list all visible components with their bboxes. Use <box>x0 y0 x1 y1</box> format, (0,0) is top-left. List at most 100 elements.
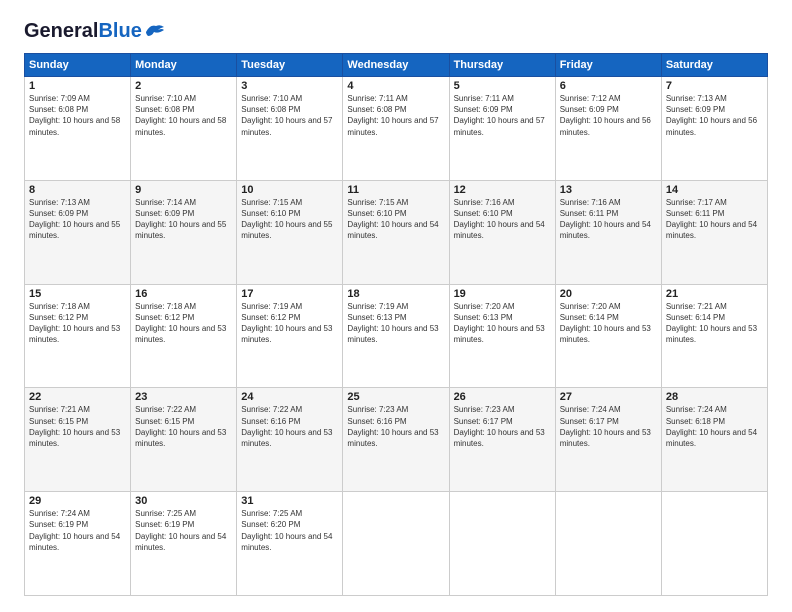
cell-info: Sunrise: 7:24 AM Sunset: 6:19 PM Dayligh… <box>29 508 126 553</box>
dow-header-friday: Friday <box>555 54 661 77</box>
day-number: 10 <box>241 184 338 196</box>
cell-info: Sunrise: 7:21 AM Sunset: 6:14 PM Dayligh… <box>666 301 763 346</box>
calendar-cell <box>555 492 661 596</box>
calendar-cell: 9 Sunrise: 7:14 AM Sunset: 6:09 PM Dayli… <box>131 180 237 284</box>
day-number: 19 <box>454 288 551 300</box>
dow-header-saturday: Saturday <box>661 54 767 77</box>
day-number: 24 <box>241 391 338 403</box>
cell-info: Sunrise: 7:11 AM Sunset: 6:09 PM Dayligh… <box>454 93 551 138</box>
cell-info: Sunrise: 7:13 AM Sunset: 6:09 PM Dayligh… <box>29 197 126 242</box>
day-number: 7 <box>666 80 763 92</box>
cell-info: Sunrise: 7:16 AM Sunset: 6:11 PM Dayligh… <box>560 197 657 242</box>
calendar-cell: 30 Sunrise: 7:25 AM Sunset: 6:19 PM Dayl… <box>131 492 237 596</box>
calendar-cell: 6 Sunrise: 7:12 AM Sunset: 6:09 PM Dayli… <box>555 77 661 181</box>
cell-info: Sunrise: 7:23 AM Sunset: 6:17 PM Dayligh… <box>454 404 551 449</box>
calendar-cell: 24 Sunrise: 7:22 AM Sunset: 6:16 PM Dayl… <box>237 388 343 492</box>
dow-header-tuesday: Tuesday <box>237 54 343 77</box>
day-number: 31 <box>241 495 338 507</box>
calendar-cell: 18 Sunrise: 7:19 AM Sunset: 6:13 PM Dayl… <box>343 284 449 388</box>
cell-info: Sunrise: 7:25 AM Sunset: 6:19 PM Dayligh… <box>135 508 232 553</box>
header: GeneralBlue <box>24 20 768 43</box>
logo: GeneralBlue <box>24 20 166 43</box>
day-number: 15 <box>29 288 126 300</box>
day-number: 17 <box>241 288 338 300</box>
calendar-cell: 2 Sunrise: 7:10 AM Sunset: 6:08 PM Dayli… <box>131 77 237 181</box>
day-number: 9 <box>135 184 232 196</box>
calendar-cell <box>449 492 555 596</box>
cell-info: Sunrise: 7:19 AM Sunset: 6:12 PM Dayligh… <box>241 301 338 346</box>
day-number: 2 <box>135 80 232 92</box>
cell-info: Sunrise: 7:22 AM Sunset: 6:15 PM Dayligh… <box>135 404 232 449</box>
cell-info: Sunrise: 7:10 AM Sunset: 6:08 PM Dayligh… <box>241 93 338 138</box>
cell-info: Sunrise: 7:09 AM Sunset: 6:08 PM Dayligh… <box>29 93 126 138</box>
calendar-cell: 29 Sunrise: 7:24 AM Sunset: 6:19 PM Dayl… <box>25 492 131 596</box>
calendar-body: 1 Sunrise: 7:09 AM Sunset: 6:08 PM Dayli… <box>25 77 768 596</box>
week-row-5: 29 Sunrise: 7:24 AM Sunset: 6:19 PM Dayl… <box>25 492 768 596</box>
cell-info: Sunrise: 7:13 AM Sunset: 6:09 PM Dayligh… <box>666 93 763 138</box>
cell-info: Sunrise: 7:20 AM Sunset: 6:13 PM Dayligh… <box>454 301 551 346</box>
cell-info: Sunrise: 7:22 AM Sunset: 6:16 PM Dayligh… <box>241 404 338 449</box>
day-number: 25 <box>347 391 444 403</box>
day-number: 14 <box>666 184 763 196</box>
calendar-cell: 13 Sunrise: 7:16 AM Sunset: 6:11 PM Dayl… <box>555 180 661 284</box>
calendar-cell: 26 Sunrise: 7:23 AM Sunset: 6:17 PM Dayl… <box>449 388 555 492</box>
cell-info: Sunrise: 7:19 AM Sunset: 6:13 PM Dayligh… <box>347 301 444 346</box>
day-of-week-row: SundayMondayTuesdayWednesdayThursdayFrid… <box>25 54 768 77</box>
calendar-cell: 3 Sunrise: 7:10 AM Sunset: 6:08 PM Dayli… <box>237 77 343 181</box>
calendar-cell: 7 Sunrise: 7:13 AM Sunset: 6:09 PM Dayli… <box>661 77 767 181</box>
day-number: 28 <box>666 391 763 403</box>
calendar-cell <box>661 492 767 596</box>
day-number: 23 <box>135 391 232 403</box>
calendar-cell: 17 Sunrise: 7:19 AM Sunset: 6:12 PM Dayl… <box>237 284 343 388</box>
logo-blue-text: Blue <box>98 20 141 42</box>
day-number: 21 <box>666 288 763 300</box>
calendar-cell: 22 Sunrise: 7:21 AM Sunset: 6:15 PM Dayl… <box>25 388 131 492</box>
cell-info: Sunrise: 7:25 AM Sunset: 6:20 PM Dayligh… <box>241 508 338 553</box>
cell-info: Sunrise: 7:21 AM Sunset: 6:15 PM Dayligh… <box>29 404 126 449</box>
calendar-cell: 15 Sunrise: 7:18 AM Sunset: 6:12 PM Dayl… <box>25 284 131 388</box>
calendar-cell: 4 Sunrise: 7:11 AM Sunset: 6:08 PM Dayli… <box>343 77 449 181</box>
cell-info: Sunrise: 7:15 AM Sunset: 6:10 PM Dayligh… <box>347 197 444 242</box>
day-number: 11 <box>347 184 444 196</box>
calendar-cell: 14 Sunrise: 7:17 AM Sunset: 6:11 PM Dayl… <box>661 180 767 284</box>
logo-text: GeneralBlue <box>24 20 142 43</box>
day-number: 4 <box>347 80 444 92</box>
calendar-cell: 5 Sunrise: 7:11 AM Sunset: 6:09 PM Dayli… <box>449 77 555 181</box>
calendar-cell: 1 Sunrise: 7:09 AM Sunset: 6:08 PM Dayli… <box>25 77 131 181</box>
day-number: 3 <box>241 80 338 92</box>
dow-header-wednesday: Wednesday <box>343 54 449 77</box>
cell-info: Sunrise: 7:24 AM Sunset: 6:18 PM Dayligh… <box>666 404 763 449</box>
calendar-cell <box>343 492 449 596</box>
calendar-cell: 12 Sunrise: 7:16 AM Sunset: 6:10 PM Dayl… <box>449 180 555 284</box>
day-number: 12 <box>454 184 551 196</box>
cell-info: Sunrise: 7:10 AM Sunset: 6:08 PM Dayligh… <box>135 93 232 138</box>
calendar-cell: 25 Sunrise: 7:23 AM Sunset: 6:16 PM Dayl… <box>343 388 449 492</box>
dow-header-sunday: Sunday <box>25 54 131 77</box>
cell-info: Sunrise: 7:15 AM Sunset: 6:10 PM Dayligh… <box>241 197 338 242</box>
page: GeneralBlue SundayMondayTuesdayWednesday… <box>0 0 792 612</box>
calendar-cell: 28 Sunrise: 7:24 AM Sunset: 6:18 PM Dayl… <box>661 388 767 492</box>
week-row-4: 22 Sunrise: 7:21 AM Sunset: 6:15 PM Dayl… <box>25 388 768 492</box>
calendar-cell: 11 Sunrise: 7:15 AM Sunset: 6:10 PM Dayl… <box>343 180 449 284</box>
week-row-2: 8 Sunrise: 7:13 AM Sunset: 6:09 PM Dayli… <box>25 180 768 284</box>
day-number: 30 <box>135 495 232 507</box>
calendar-cell: 10 Sunrise: 7:15 AM Sunset: 6:10 PM Dayl… <box>237 180 343 284</box>
calendar-cell: 16 Sunrise: 7:18 AM Sunset: 6:12 PM Dayl… <box>131 284 237 388</box>
dow-header-thursday: Thursday <box>449 54 555 77</box>
week-row-3: 15 Sunrise: 7:18 AM Sunset: 6:12 PM Dayl… <box>25 284 768 388</box>
day-number: 16 <box>135 288 232 300</box>
calendar-table: SundayMondayTuesdayWednesdayThursdayFrid… <box>24 53 768 596</box>
cell-info: Sunrise: 7:18 AM Sunset: 6:12 PM Dayligh… <box>135 301 232 346</box>
day-number: 20 <box>560 288 657 300</box>
week-row-1: 1 Sunrise: 7:09 AM Sunset: 6:08 PM Dayli… <box>25 77 768 181</box>
cell-info: Sunrise: 7:23 AM Sunset: 6:16 PM Dayligh… <box>347 404 444 449</box>
logo-bird-icon <box>144 22 166 38</box>
calendar-cell: 27 Sunrise: 7:24 AM Sunset: 6:17 PM Dayl… <box>555 388 661 492</box>
day-number: 27 <box>560 391 657 403</box>
cell-info: Sunrise: 7:11 AM Sunset: 6:08 PM Dayligh… <box>347 93 444 138</box>
calendar-cell: 31 Sunrise: 7:25 AM Sunset: 6:20 PM Dayl… <box>237 492 343 596</box>
cell-info: Sunrise: 7:20 AM Sunset: 6:14 PM Dayligh… <box>560 301 657 346</box>
calendar-cell: 8 Sunrise: 7:13 AM Sunset: 6:09 PM Dayli… <box>25 180 131 284</box>
cell-info: Sunrise: 7:16 AM Sunset: 6:10 PM Dayligh… <box>454 197 551 242</box>
day-number: 13 <box>560 184 657 196</box>
